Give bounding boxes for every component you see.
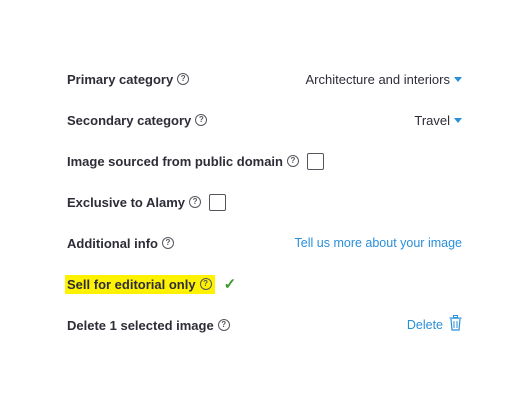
secondary-category-label-group: Secondary category ? — [67, 112, 208, 128]
question-circle-icon[interactable]: ? — [161, 237, 174, 249]
public-domain-checkbox[interactable] — [306, 152, 324, 170]
exclusive-checkbox[interactable] — [209, 193, 227, 211]
public-domain-label: Image sourced from public domain — [67, 153, 283, 169]
primary-category-value[interactable]: Architecture and interiors — [305, 72, 450, 87]
additional-info-row: Additional info ? Tell us more about you… — [67, 231, 462, 255]
delete-label-group: Delete 1 selected image ? — [67, 318, 230, 333]
secondary-category-dropdown[interactable]: Travel — [414, 113, 462, 128]
public-domain-label-group: Image sourced from public domain ? — [67, 152, 324, 170]
exclusive-label-group: Exclusive to Alamy ? — [67, 193, 227, 211]
primary-category-row: Primary category ? Architecture and inte… — [67, 67, 462, 91]
caret-down-icon[interactable] — [454, 118, 462, 123]
delete-label: Delete 1 selected image — [67, 317, 214, 333]
delete-row: Delete 1 selected image ? Delete — [67, 313, 462, 337]
exclusive-row: Exclusive to Alamy ? — [67, 190, 462, 214]
question-circle-icon[interactable]: ? — [217, 319, 230, 331]
caret-down-icon[interactable] — [454, 77, 462, 82]
editorial-label-group: Sell for editorial only ? ✓ — [65, 274, 237, 294]
checkmark-icon[interactable]: ✓ — [224, 277, 237, 292]
editorial-highlight: Sell for editorial only ? — [65, 274, 215, 294]
question-circle-icon[interactable]: ? — [195, 114, 208, 126]
question-circle-icon[interactable]: ? — [189, 196, 202, 208]
primary-category-label-group: Primary category ? — [67, 71, 190, 87]
editorial-row: Sell for editorial only ? ✓ — [65, 272, 462, 296]
delete-button-label[interactable]: Delete — [407, 318, 443, 332]
editorial-label: Sell for editorial only — [67, 276, 196, 292]
secondary-category-value[interactable]: Travel — [414, 113, 450, 128]
question-circle-icon[interactable]: ? — [177, 73, 190, 85]
delete-button[interactable]: Delete — [407, 314, 462, 336]
primary-category-dropdown[interactable]: Architecture and interiors — [305, 72, 462, 87]
exclusive-label: Exclusive to Alamy — [67, 194, 186, 210]
additional-info-label-group: Additional info ? — [67, 236, 174, 251]
additional-info-label: Additional info — [67, 235, 158, 251]
trash-icon[interactable] — [449, 314, 462, 336]
question-circle-icon[interactable]: ? — [286, 155, 299, 167]
primary-category-label: Primary category — [67, 71, 174, 87]
question-circle-icon[interactable]: ? — [199, 278, 212, 290]
image-settings-panel: Primary category ? Architecture and inte… — [65, 0, 462, 414]
tell-us-more-link[interactable]: Tell us more about your image — [295, 236, 462, 250]
secondary-category-label: Secondary category — [67, 112, 192, 128]
public-domain-row: Image sourced from public domain ? — [67, 149, 462, 173]
secondary-category-row: Secondary category ? Travel — [67, 108, 462, 132]
